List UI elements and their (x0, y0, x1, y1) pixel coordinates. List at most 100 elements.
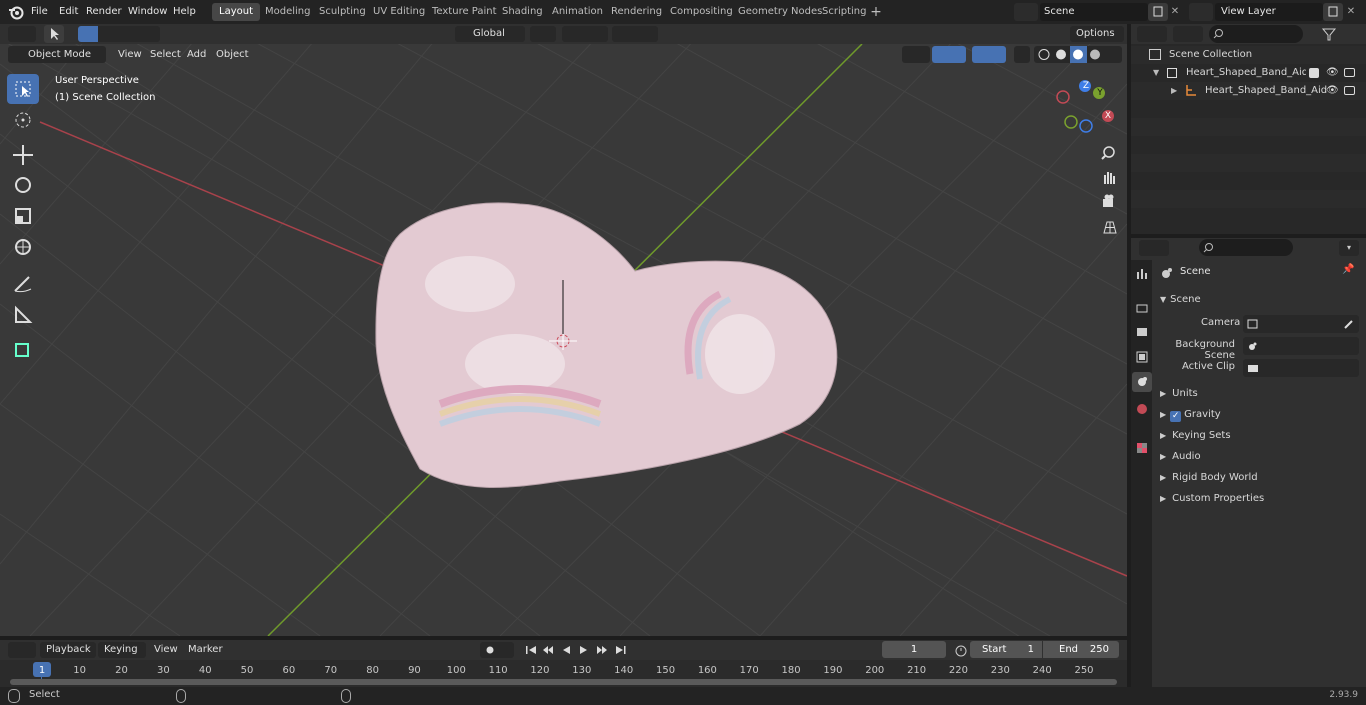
scene-panel-header[interactable]: ▼ Scene (1152, 289, 1360, 310)
filter-icon[interactable] (1319, 26, 1349, 42)
view-layer-tab-icon[interactable] (1134, 349, 1150, 365)
editor-type-icon[interactable] (8, 26, 36, 42)
menu-edit[interactable]: Edit (54, 3, 83, 21)
tab-rendering[interactable]: Rendering (604, 3, 669, 21)
custom-properties-panel-header[interactable]: ▶ Custom Properties (1152, 488, 1360, 509)
gravity-panel-header[interactable]: ▶ ✓ Gravity (1152, 404, 1360, 425)
menu-file[interactable]: File (26, 3, 53, 21)
expand-chevron-icon[interactable]: ▼ (1153, 64, 1159, 82)
transform-tool-icon[interactable] (7, 232, 39, 262)
tab-layout[interactable]: Layout (212, 3, 260, 21)
shading-mode-group[interactable] (1034, 46, 1122, 63)
pivot-point-icon[interactable] (530, 26, 556, 42)
properties-search-input[interactable] (1199, 239, 1293, 256)
select-tool-icon[interactable] (44, 25, 64, 43)
scene-tab-icon[interactable] (1132, 372, 1152, 392)
view-layer-browse-icon[interactable] (1189, 3, 1213, 21)
record-icon[interactable] (480, 642, 514, 658)
menu-help[interactable]: Help (168, 3, 201, 21)
tab-shading[interactable]: Shading (495, 3, 550, 21)
timeline-view-menu[interactable]: View (148, 642, 184, 658)
camera-view-icon[interactable] (1098, 191, 1120, 213)
zoom-icon[interactable] (1098, 142, 1120, 164)
outliner-scene-collection[interactable]: Scene Collection (1131, 46, 1366, 64)
view-layer-copy-icon[interactable] (1323, 3, 1343, 21)
pin-icon[interactable]: 📌 (1342, 264, 1356, 278)
end-frame-field[interactable]: End 250 (1043, 641, 1119, 658)
world-tab-icon[interactable] (1134, 401, 1150, 417)
properties-options-icon[interactable]: ▾ (1339, 240, 1359, 256)
blender-logo-icon[interactable] (8, 4, 24, 20)
stopwatch-icon[interactable] (953, 642, 969, 658)
gravity-checkbox[interactable]: ✓ (1170, 411, 1182, 422)
timeline-scrollbar[interactable] (10, 679, 1117, 685)
current-frame-field[interactable]: 1 (882, 641, 946, 658)
audio-panel-header[interactable]: ▶ Audio (1152, 446, 1360, 467)
proportional-edit-icon[interactable] (612, 26, 658, 42)
overlay-toggle-icon[interactable] (972, 46, 1006, 63)
xray-icon[interactable] (1014, 46, 1030, 63)
rigid-body-world-panel-header[interactable]: ▶ Rigid Body World (1152, 467, 1360, 488)
view-layer-field[interactable]: View Layer (1215, 3, 1323, 21)
output-tab-icon[interactable] (1134, 324, 1150, 340)
snap-icon[interactable] (562, 26, 608, 42)
menu-window[interactable]: Window (123, 3, 172, 21)
render-tab-icon[interactable] (1134, 300, 1150, 316)
cursor-tool-icon[interactable] (7, 105, 39, 135)
tab-scripting[interactable]: Scripting (815, 3, 873, 21)
menu-view[interactable]: View (112, 47, 148, 63)
options-dropdown[interactable]: Options (1070, 26, 1124, 42)
outliner-object-row[interactable]: ▶ Heart_Shaped_Band_Aid 👁 (1131, 82, 1366, 100)
new-collection-icon[interactable] (1353, 26, 1365, 42)
tab-texture-paint[interactable]: Texture Paint (425, 3, 504, 21)
background-scene-field[interactable] (1243, 337, 1359, 355)
playback-controls[interactable] (522, 642, 630, 658)
scene-browse-icon[interactable] (1014, 3, 1038, 21)
eye-icon[interactable]: 👁 (1326, 82, 1339, 100)
tab-modeling[interactable]: Modeling (258, 3, 318, 21)
active-clip-field[interactable] (1243, 359, 1359, 377)
playback-dropdown[interactable]: Playback (40, 642, 96, 658)
tab-sculpting[interactable]: Sculpting (312, 3, 373, 21)
units-panel-header[interactable]: ▶ Units (1152, 383, 1360, 404)
gizmo-toggle-icon[interactable] (932, 46, 966, 63)
outliner-search-input[interactable] (1209, 25, 1303, 43)
scene-field[interactable]: Scene (1040, 3, 1148, 21)
transform-orientation-dropdown[interactable]: Global (455, 26, 525, 42)
menu-render[interactable]: Render (81, 3, 127, 21)
properties-editor-type-icon[interactable] (1139, 240, 1169, 256)
menu-add[interactable]: Add (181, 47, 212, 63)
measure-tool-icon[interactable] (7, 300, 39, 330)
pan-hand-icon[interactable] (1098, 166, 1120, 188)
timeline-editor-type-icon[interactable] (8, 642, 36, 658)
menu-object[interactable]: Object (210, 47, 255, 63)
render-camera-icon[interactable] (1344, 86, 1355, 95)
select-mode-group[interactable] (78, 26, 160, 42)
texture-tab-icon[interactable] (1134, 440, 1150, 456)
outliner-collection-row[interactable]: ▼ Heart_Shaped_Band_Aid_for_ 👁 (1131, 64, 1366, 82)
tool-tab-icon[interactable] (1134, 266, 1150, 282)
add-workspace-icon[interactable]: + (869, 5, 883, 19)
view-layer-remove-icon[interactable]: ✕ (1344, 3, 1358, 21)
object-mode-dropdown[interactable]: Object Mode (8, 46, 106, 63)
start-frame-field[interactable]: Start 1 (970, 641, 1042, 658)
move-tool-icon[interactable] (7, 140, 39, 170)
marker-menu[interactable]: Marker (182, 642, 229, 658)
select-box-tool-icon[interactable] (7, 74, 39, 104)
tab-compositing[interactable]: Compositing (663, 3, 740, 21)
scene-remove-icon[interactable]: ✕ (1168, 3, 1182, 21)
tab-animation[interactable]: Animation (545, 3, 610, 21)
keying-sets-panel-header[interactable]: ▶ Keying Sets (1152, 425, 1360, 446)
3d-viewport[interactable]: User Perspective (1) Scene Collection Ob… (0, 44, 1127, 636)
rotate-tool-icon[interactable] (7, 170, 39, 200)
exclude-checkbox[interactable] (1309, 68, 1319, 78)
render-camera-icon[interactable] (1344, 68, 1355, 77)
scale-tool-icon[interactable] (7, 201, 39, 231)
display-mode-icon[interactable] (1173, 26, 1203, 42)
scene-copy-icon[interactable] (1148, 3, 1168, 21)
keying-dropdown[interactable]: Keying (98, 642, 146, 658)
outliner-editor-type-icon[interactable] (1137, 26, 1167, 42)
eye-icon[interactable]: 👁 (1326, 64, 1339, 82)
camera-field[interactable] (1243, 315, 1359, 333)
annotate-tool-icon[interactable] (7, 269, 39, 299)
